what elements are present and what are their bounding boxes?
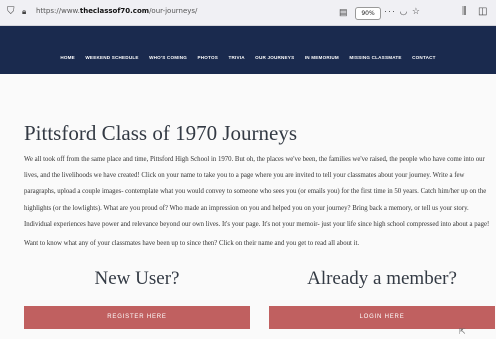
url-path: /our-journeys/ [149,7,198,15]
reader-view-icon[interactable]: ▤ [339,6,348,18]
main-content: Pittsford Class of 1970 Journeys We all … [0,74,496,339]
url-domain: theclassof70.com [79,7,150,15]
library-icon[interactable]: ⫼ [462,6,467,18]
zoom-indicator[interactable]: 90% [355,7,381,20]
lock-icon[interactable]: 🔒︎ [22,6,26,18]
nav-weekend-schedule[interactable]: WEEKEND SCHEDULE [85,55,138,60]
member-heading: Already a member? [307,268,457,289]
new-user-heading: New User? [94,268,180,289]
mouse-cursor-icon: ⇱ [459,327,466,336]
nav-missing-classmate[interactable]: MISSING CLASSMATE [349,55,401,60]
nav-trivia[interactable]: TRIVIA [228,55,244,60]
bookmark-star-icon[interactable]: ☆ [412,6,421,16]
login-button[interactable]: LOGIN HERE [269,306,495,329]
more-actions-icon[interactable]: ··· [384,6,396,16]
nav-whos-coming[interactable]: WHO'S COMING [149,55,187,60]
site-navigation: HOME WEEKEND SCHEDULE WHO'S COMING PHOTO… [0,26,496,74]
register-button[interactable]: REGISTER HERE [24,306,250,329]
nav-list: HOME WEEKEND SCHEDULE WHO'S COMING PHOTO… [0,46,496,64]
page-actions: ··· ◡ ☆ [384,6,421,17]
address-bar[interactable]: https://www.theclassof70.com/our-journey… [36,7,197,15]
pocket-icon[interactable]: ◡ [400,6,409,16]
url-prefix: https://www. [36,7,80,15]
nav-our-journeys[interactable]: OUR JOURNEYS [255,55,294,60]
read-classmates-text: Want to know what any of your classmates… [24,240,360,247]
browser-toolbar: ⛉ 🔒︎ https://www.theclassof70.com/our-jo… [0,0,496,26]
nav-photos[interactable]: PHOTOS [197,55,218,60]
nav-in-memorium[interactable]: IN MEMORIUM [305,55,339,60]
nav-home[interactable]: HOME [60,55,75,60]
nav-contact[interactable]: CONTACT [412,55,436,60]
page-title: Pittsford Class of 1970 Journeys [24,121,297,145]
intro-paragraph: We all took off from the same place and … [24,156,490,228]
sidebar-icon[interactable]: ◫ [478,6,487,18]
shield-icon[interactable]: ⛉ [7,6,15,18]
